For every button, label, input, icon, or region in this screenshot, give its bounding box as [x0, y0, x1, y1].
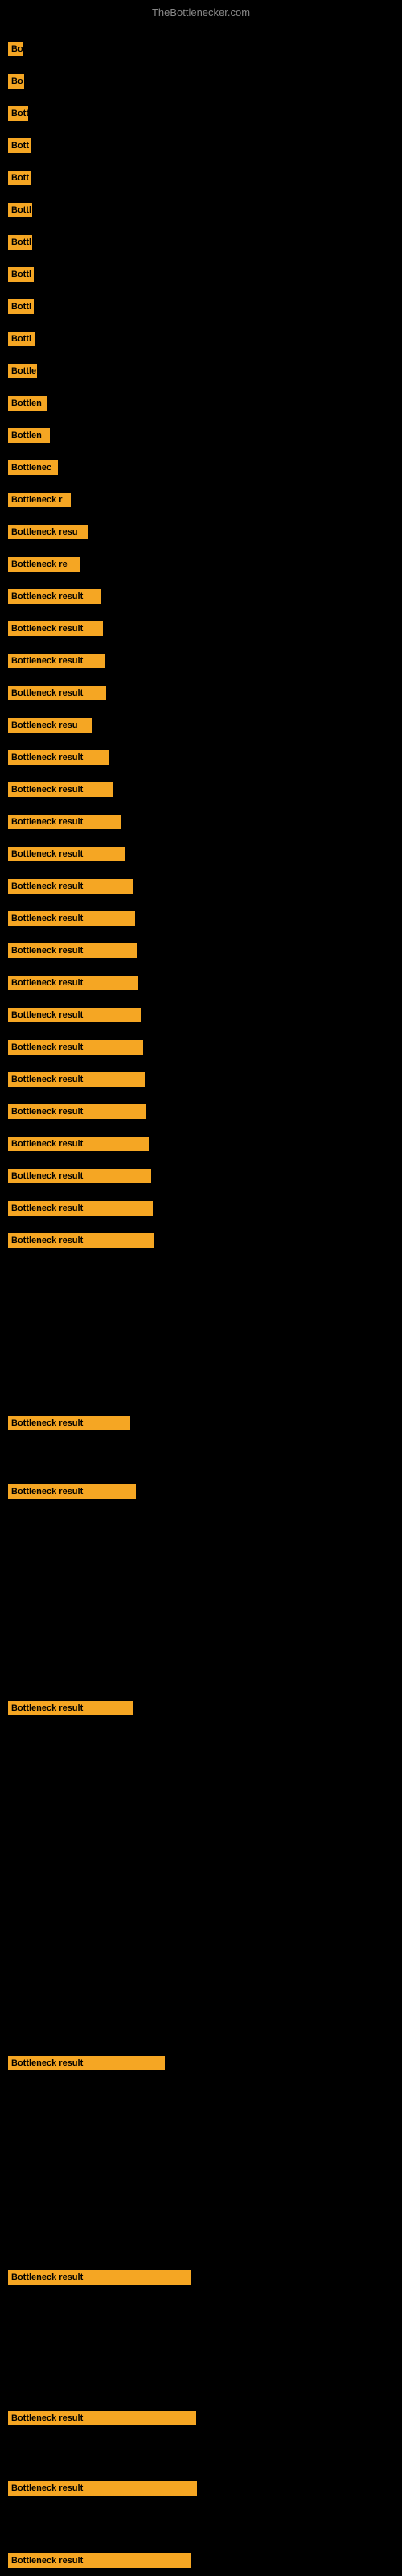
bar-label: Bo	[8, 42, 23, 56]
bar-row: Bottleneck result	[0, 1481, 402, 1506]
bar-label: Bottlen	[8, 396, 47, 411]
bar-row: Bottleneck result	[0, 940, 402, 965]
bar-label: Bottleneck result	[8, 1137, 149, 1151]
bar-label: Bottleneck result	[8, 1416, 130, 1430]
bar-row: Bott	[0, 167, 402, 192]
bar-row: Bottleneck result	[0, 908, 402, 933]
bar-row: Bottleneck resu	[0, 715, 402, 740]
bar-label: Bottleneck result	[8, 1484, 136, 1499]
bar-label: Bottleneck resu	[8, 718, 92, 733]
bar-label: Bottleneck result	[8, 1040, 143, 1055]
bar-label: Bottle	[8, 364, 37, 378]
bar-label: Bottl	[8, 332, 35, 346]
bar-row: Bottl	[0, 264, 402, 289]
bar-label: Bottleneck result	[8, 1201, 153, 1216]
bar-label: Bottleneck result	[8, 847, 125, 861]
bar-row: Bottleneck re	[0, 554, 402, 579]
bar-row: Bottleneck result	[0, 2550, 402, 2575]
bar-label: Bottleneck resu	[8, 525, 88, 539]
bar-row: Bott	[0, 103, 402, 128]
bar-row: Bottleneck r	[0, 489, 402, 514]
bar-row: Bo	[0, 39, 402, 64]
bar-row: Bottleneck result	[0, 650, 402, 675]
bar-label: Bottleneck result	[8, 2270, 191, 2285]
bar-label: Bottleneck result	[8, 879, 133, 894]
bar-label: Bottleneck result	[8, 686, 106, 700]
bar-label: Bottlen	[8, 428, 50, 443]
bar-row: Bottleneck result	[0, 1698, 402, 1723]
bar-row: Bottleneck result	[0, 779, 402, 804]
bar-row: Bottl	[0, 232, 402, 257]
bar-label: Bott	[8, 138, 31, 153]
bar-row: Bottleneck result	[0, 1166, 402, 1191]
bar-row: Bottleneck result	[0, 1069, 402, 1094]
bar-row: Bottleneck result	[0, 1005, 402, 1030]
bar-row: Bottl	[0, 200, 402, 225]
bar-row: Bottleneck result	[0, 844, 402, 869]
bar-row: Bottleneck result	[0, 2267, 402, 2292]
bar-label: Bottleneck result	[8, 589, 100, 604]
bar-row: Bottleneck result	[0, 972, 402, 997]
bar-row: Bottleneck result	[0, 1101, 402, 1126]
bar-label: Bottleneck result	[8, 750, 109, 765]
bar-row: Bottl	[0, 328, 402, 353]
bar-row: Bottleneck result	[0, 1037, 402, 1062]
bar-label: Bottleneck result	[8, 621, 103, 636]
bar-row: Bott	[0, 135, 402, 160]
bar-label: Bottleneck result	[8, 2056, 165, 2070]
bar-row: Bottleneck result	[0, 683, 402, 708]
bar-label: Bott	[8, 171, 31, 185]
bar-row: Bottle	[0, 361, 402, 386]
bar-row: Bottleneck result	[0, 1133, 402, 1158]
bar-label: Bottleneck r	[8, 493, 71, 507]
bar-row: Bottleneck resu	[0, 522, 402, 547]
bar-row: Bottleneck result	[0, 2408, 402, 2433]
bar-row: Bottleneck result	[0, 2053, 402, 2078]
bar-row: Bottleneck result	[0, 1230, 402, 1255]
bar-label: Bo	[8, 74, 24, 89]
bar-row: Bottleneck result	[0, 586, 402, 611]
bar-label: Bottleneck result	[8, 1233, 154, 1248]
site-title: TheBottlenecker.com	[0, 0, 402, 22]
bar-row: Bottlen	[0, 425, 402, 450]
bar-label: Bottleneck result	[8, 782, 113, 797]
bar-label: Bottleneck re	[8, 557, 80, 572]
bar-label: Bottleneck result	[8, 1008, 141, 1022]
bar-row: Bottlen	[0, 393, 402, 418]
bar-label: Bottleneck result	[8, 976, 138, 990]
bar-row: Bottlenec	[0, 457, 402, 482]
bar-row: Bottleneck result	[0, 1198, 402, 1223]
bar-label: Bottlenec	[8, 460, 58, 475]
bar-row: Bottleneck result	[0, 811, 402, 836]
bar-label: Bottleneck result	[8, 815, 121, 829]
bar-row: Bottl	[0, 296, 402, 321]
bar-row: Bottleneck result	[0, 876, 402, 901]
bar-row: Bottleneck result	[0, 2478, 402, 2503]
bar-label: Bottl	[8, 299, 34, 314]
bar-label: Bottleneck result	[8, 1701, 133, 1715]
bar-label: Bottleneck result	[8, 911, 135, 926]
bar-row: Bo	[0, 71, 402, 96]
bar-label: Bottleneck result	[8, 1072, 145, 1087]
bar-label: Bottl	[8, 267, 34, 282]
bar-label: Bottleneck result	[8, 2481, 197, 2496]
bar-row: Bottleneck result	[0, 747, 402, 772]
bar-label: Bottleneck result	[8, 654, 105, 668]
bar-row: Bottleneck result	[0, 1413, 402, 1438]
bar-label: Bott	[8, 106, 28, 121]
bar-label: Bottl	[8, 235, 32, 250]
bar-label: Bottl	[8, 203, 32, 217]
bar-label: Bottleneck result	[8, 1169, 151, 1183]
bar-row: Bottleneck result	[0, 618, 402, 643]
bar-label: Bottleneck result	[8, 2411, 196, 2425]
bar-label: Bottleneck result	[8, 2553, 191, 2568]
bar-label: Bottleneck result	[8, 943, 137, 958]
bar-label: Bottleneck result	[8, 1104, 146, 1119]
